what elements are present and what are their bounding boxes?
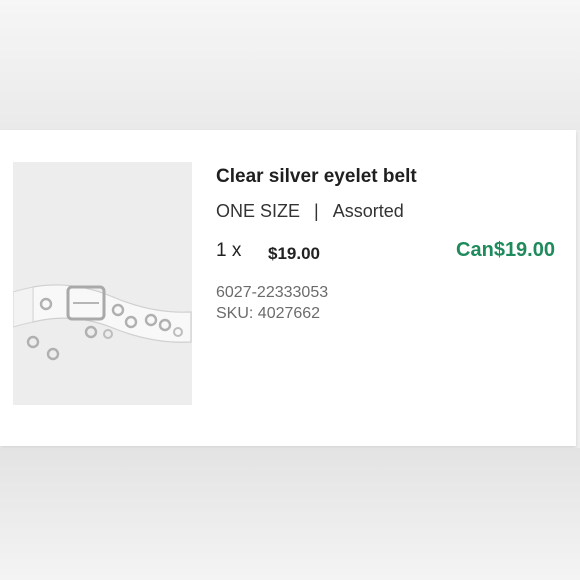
line-total-price: Can$19.00: [456, 239, 555, 261]
product-title[interactable]: Clear silver eyelet belt: [216, 166, 417, 188]
product-code: 6027-22333053: [216, 284, 329, 301]
quantity-label: 1 x: [216, 240, 242, 261]
page-background-top: [0, 0, 580, 130]
product-image[interactable]: [13, 162, 192, 405]
cart-line-item[interactable]: Clear silver eyelet belt ONE SIZE | Assort…: [0, 130, 576, 446]
page-background-bottom: [0, 448, 580, 580]
size-label: ONE SIZE: [216, 201, 301, 221]
belt-icon: [13, 284, 192, 361]
unit-price: $19.00: [268, 244, 320, 263]
color-label: Assorted: [332, 201, 404, 221]
variant-separator: |: [314, 201, 319, 221]
sku-label: SKU: 4027662: [216, 305, 321, 322]
product-variant: ONE SIZE | Assorted: [216, 201, 404, 222]
